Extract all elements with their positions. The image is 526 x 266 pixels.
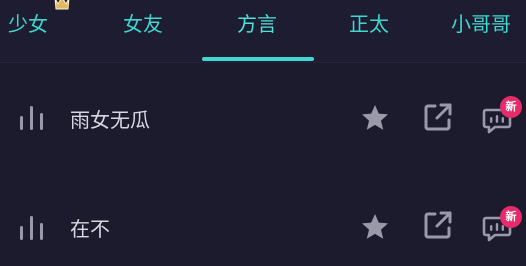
tab-xiaogege[interactable]: 小哥哥 [451,6,511,42]
tab-bar: 少女 女友 方言 正太 小哥哥 [0,0,526,62]
new-badge: 新 [500,96,522,118]
list-item[interactable]: 雨女无瓜 新 [0,78,526,158]
active-tab-indicator [202,57,314,61]
tab-fangyan[interactable]: 方言 [237,6,277,42]
divider [0,62,526,63]
item-title: 在不 [70,217,110,241]
star-icon[interactable] [359,102,391,134]
new-badge: 新 [500,206,522,228]
crown-icon [52,0,72,12]
tab-shaonv[interactable]: 少女 [8,6,48,42]
list-item[interactable]: 在不 新 [0,186,526,266]
tab-nvyou[interactable]: 女友 [123,6,163,42]
audio-bars-icon [18,104,46,132]
share-icon[interactable] [422,209,454,241]
audio-bars-icon [18,214,46,242]
share-icon[interactable] [422,101,454,133]
item-title: 雨女无瓜 [70,108,150,132]
tab-zhengtai[interactable]: 正太 [349,6,389,42]
star-icon[interactable] [359,211,391,243]
